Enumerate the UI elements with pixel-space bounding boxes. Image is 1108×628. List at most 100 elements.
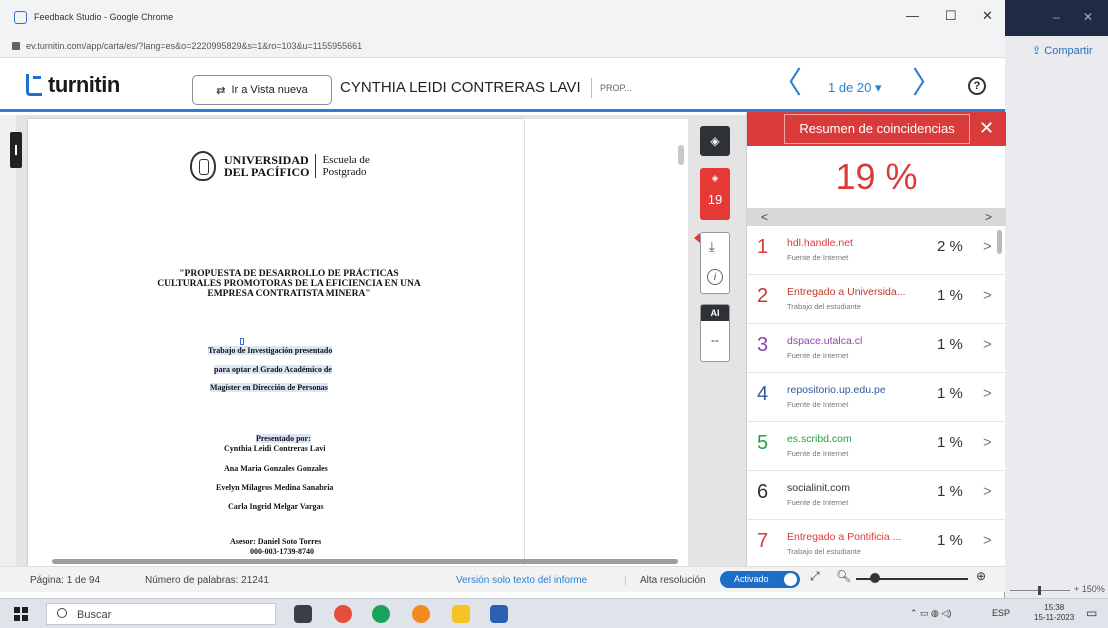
document-title: "PROPUESTA DE DESARROLLO DE PRÁCTICAS CU… [124,269,454,299]
maximize-button[interactable]: ☐ [945,8,957,24]
ai-writing-button[interactable]: AI -- [700,304,730,362]
notifications-icon[interactable]: ▭ [1086,606,1097,620]
text-cursor-marker [240,338,244,345]
match-source[interactable]: Entregado a Pontificia ... [787,531,901,543]
layers-icon: ◈ [710,134,720,148]
text-only-link[interactable]: Versión solo texto del informe [456,575,587,586]
similarity-score-button[interactable]: ◈ 19 [694,168,730,243]
match-type: Fuente de Internet [787,351,849,360]
zoom-in-icon[interactable]: ⊕ [976,569,986,583]
chevron-right-icon[interactable]: > [983,434,992,451]
minimize-button[interactable]: — [906,8,919,23]
file-explorer-icon[interactable] [452,605,470,623]
word-icon[interactable] [490,605,508,623]
fit-screen-icon[interactable]: ⤢ [810,569,820,584]
school-name-2: Postgrado [322,166,367,178]
zoom-slider-handle[interactable] [870,573,880,583]
language-indicator[interactable]: ESP [992,608,1010,618]
chevron-right-icon[interactable]: > [983,483,992,500]
layers-button[interactable]: ◈ [700,126,730,156]
bg-minimize-icon[interactable]: – [1053,10,1060,24]
task-view-icon[interactable] [294,605,312,623]
match-source[interactable]: hdl.handle.net [787,237,853,249]
edge-icon[interactable] [372,605,390,623]
address-bar[interactable]: ev.turnitin.com/app/carta/es/?lang=es&o=… [0,36,1005,58]
match-source[interactable]: Entregado a Universida... [787,286,905,298]
download-icon[interactable]: ⤓ [709,239,715,255]
close-window-button[interactable]: ✕ [982,8,993,24]
chevron-right-icon[interactable]: > [983,532,992,549]
match-source[interactable]: repositorio.up.edu.pe [787,384,886,396]
zoom-out-icon[interactable]: 🔍︎ [836,569,851,583]
document-horizontal-scrollbar[interactable] [52,559,678,564]
match-row[interactable]: 1 hdl.handle.net Fuente de Internet 2 % > [747,226,1006,275]
university-header: UNIVERSIDAD DEL PACÍFICO Escuela de Post… [190,151,370,181]
document-page[interactable]: UNIVERSIDAD DEL PACÍFICO Escuela de Post… [28,119,524,566]
university-name-2: DEL PACÍFICO [224,165,310,179]
share-button[interactable]: ⇪ Compartir [1032,44,1093,57]
ai-label: AI [701,305,729,321]
taskbar-clock[interactable]: 15:38 15-11-2023 [1034,603,1074,623]
bg-zoom-text: + 150% [1074,584,1105,594]
turnitin-logo[interactable]: turnitin [26,72,120,98]
author-2: Ana Maria Gonzales Gonzales [224,464,328,473]
similarity-layers-icon: ◈ [711,173,719,183]
status-divider: | [624,575,627,586]
advisor: Asesor: Daniel Soto Torres [230,537,322,546]
document-page-margin [524,119,688,566]
bg-close-icon[interactable]: ✕ [1083,10,1093,24]
url-text[interactable]: ev.turnitin.com/app/carta/es/?lang=es&o=… [26,41,362,51]
bg-zoom-control[interactable]: + 150% [1010,584,1108,596]
panel-next-icon[interactable]: > [985,210,992,224]
match-row[interactable]: 4 repositorio.up.edu.pe Fuente de Internet… [747,373,1006,422]
browser-window: Feedback Studio - Google Chrome — ☐ ✕ ev… [0,0,1006,598]
left-rail [0,115,16,566]
document-vertical-scrollbar[interactable] [678,145,684,165]
left-panel-toggle[interactable] [10,132,22,168]
match-row[interactable]: 3 dspace.utalca.cl Fuente de Internet 1 % > [747,324,1006,373]
next-submission-icon[interactable]: 〉 [912,69,942,99]
match-row[interactable]: 5 es.scribd.com Fuente de Internet 1 % > [747,422,1006,471]
university-divider [315,154,317,178]
chevron-right-icon[interactable]: > [983,336,992,353]
match-row[interactable]: 7 Entregado a Pontificia ... Trabajo del e… [747,520,1006,566]
school-name-1: Escuela de [322,154,370,166]
match-percent: 2 % [937,238,963,255]
title-line-3: EMPRESA CONTRATISTA MINERA" [207,289,371,299]
swap-arrows-icon: ⇄ [216,84,226,97]
desktop-background: – ✕ [1005,0,1108,598]
firefox-icon[interactable] [412,605,430,623]
panel-header: Resumen de coincidencias ✕ [747,112,1006,146]
info-icon[interactable]: i [707,269,723,285]
panel-prev-icon[interactable]: < [761,210,768,224]
chevron-right-icon[interactable]: > [983,287,992,304]
header-divider [591,78,592,98]
taskbar-search[interactable]: Buscar [46,603,276,625]
windows-start-icon[interactable] [14,607,28,621]
match-type: Trabajo del estudiante [787,302,861,311]
chevron-right-icon[interactable]: > [983,238,992,255]
match-row[interactable]: 2 Entregado a Universida... Trabajo del es… [747,275,1006,324]
page-count: Página: 1 de 94 [30,575,101,586]
match-list-scrollbar[interactable] [997,230,1002,254]
assignment-name[interactable]: PROP... [600,83,632,93]
overall-similarity: 19 % [835,156,918,197]
status-bar: Página: 1 de 94 Número de palabras: 2124… [0,566,1005,592]
match-source[interactable]: socialinit.com [787,482,850,494]
prev-submission-icon[interactable]: 〈 [772,69,802,99]
panel-nav-bar: < > [747,208,1006,226]
submission-pager[interactable]: 1 de 20 ▾ [828,80,882,96]
match-source[interactable]: es.scribd.com [787,433,852,445]
work-line-2: para optar el Grado Académico de [214,365,332,374]
chevron-right-icon[interactable]: > [983,385,992,402]
match-source[interactable]: dspace.utalca.cl [787,335,862,347]
new-view-button[interactable]: ⇄ Ir a Vista nueva [192,75,332,105]
help-icon[interactable]: ? [968,77,986,95]
author-3: Evelyn Milagros Medina Sanabria [216,483,334,492]
panel-close-icon[interactable]: ✕ [979,118,994,138]
chrome-icon[interactable] [334,605,352,623]
match-row[interactable]: 6 socialinit.com Fuente de Internet 1 % > [747,471,1006,520]
presented-by: Presentado por: [256,434,311,443]
system-tray-icons[interactable]: ⌃ ▭ ◍ ◁) [910,608,951,619]
document-viewer[interactable]: UNIVERSIDAD DEL PACÍFICO Escuela de Post… [0,115,746,566]
